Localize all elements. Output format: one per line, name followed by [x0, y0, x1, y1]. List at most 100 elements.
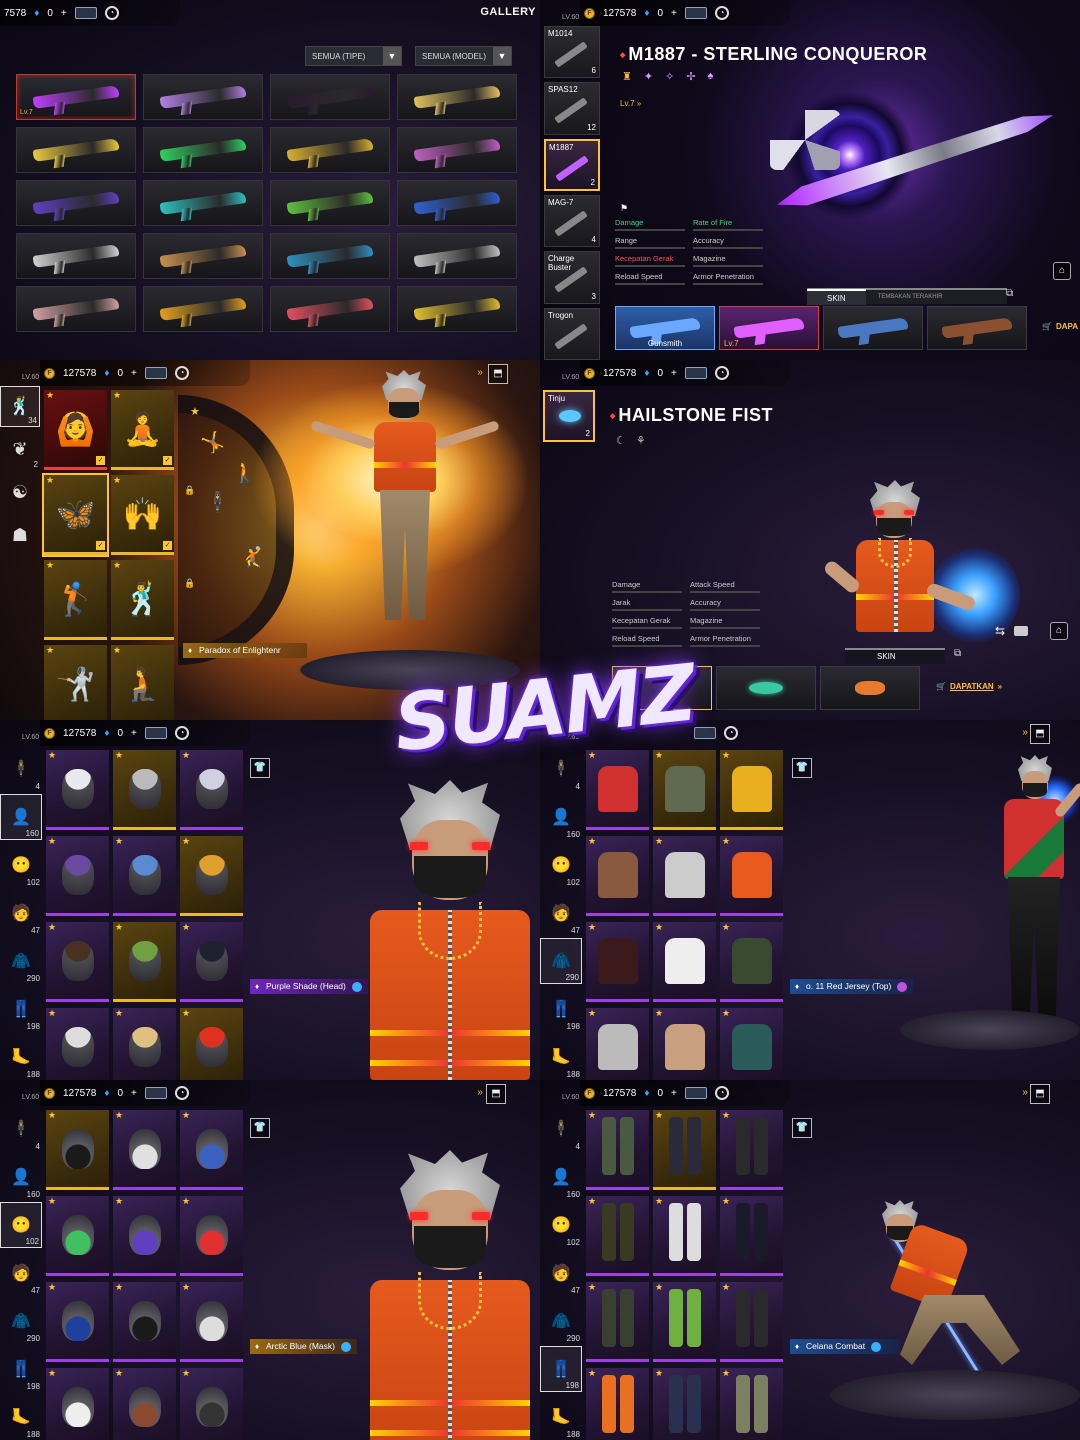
emote-cell[interactable]: ★ 🦋 ✓: [42, 473, 109, 557]
settings-icon[interactable]: ◔: [714, 366, 729, 380]
wardrobe-item-cell[interactable]: ★: [653, 1008, 716, 1080]
wardrobe-item-cell[interactable]: ★: [720, 1368, 783, 1440]
outfit-icon[interactable]: 👕: [792, 758, 812, 778]
vip-card-icon[interactable]: [684, 367, 707, 379]
cat-bottom[interactable]: 👖 198: [540, 986, 582, 1032]
cat-face[interactable]: 🧑 47: [0, 1250, 42, 1296]
add-diamond-button[interactable]: +: [131, 728, 137, 739]
emote-cell[interactable]: ★ 🧘 ✓: [111, 390, 174, 470]
tab-skin[interactable]: SKIN: [845, 649, 928, 665]
vip-card-icon[interactable]: [74, 7, 97, 19]
skin-thumb-sterling[interactable]: Lv.7: [719, 306, 819, 350]
wardrobe-item-cell[interactable]: ★: [720, 1196, 783, 1276]
get-button[interactable]: 🛒 DAPA: [1042, 322, 1078, 331]
expand-icon[interactable]: »: [470, 364, 490, 384]
wardrobe-item-cell[interactable]: ★: [720, 1110, 783, 1190]
favorite-star-icon[interactable]: ★: [190, 405, 200, 418]
wheel-slot-1[interactable]: 🤸: [200, 430, 225, 455]
wardrobe-item-cell[interactable]: ★: [720, 1282, 783, 1362]
settings-icon[interactable]: ◔: [714, 1086, 729, 1100]
wardrobe-item-cell[interactable]: ★: [586, 1110, 649, 1190]
emote-cell[interactable]: ★ 🕺: [111, 560, 174, 640]
home-icon[interactable]: ⌂: [1053, 262, 1071, 280]
cat-mask[interactable]: 😶 102: [0, 842, 42, 888]
cat-top[interactable]: 🧥 290: [540, 938, 582, 984]
add-diamond-button[interactable]: +: [61, 8, 67, 19]
add-diamond-button[interactable]: +: [671, 1088, 677, 1099]
cat-wings[interactable]: ❦ 2: [0, 429, 40, 470]
weapon-skin-cell[interactable]: [270, 286, 390, 332]
cat-shoes[interactable]: 🦶 188: [0, 1034, 42, 1080]
wardrobe-item-cell[interactable]: ★: [653, 1368, 716, 1440]
wardrobe-item-cell[interactable]: ★: [586, 1196, 649, 1276]
melee-thumb-2[interactable]: [716, 666, 816, 710]
vip-card-icon[interactable]: [684, 7, 707, 19]
cat-head[interactable]: 👤 160: [0, 1154, 42, 1200]
weapon-list-item[interactable]: M1014 6: [544, 26, 600, 79]
skin-thumb-4[interactable]: [927, 306, 1027, 350]
wardrobe-item-cell[interactable]: ★: [180, 922, 243, 1002]
wardrobe-item-cell[interactable]: ★: [46, 1196, 109, 1276]
emote-cell[interactable]: ★ 🙆 ✓: [44, 390, 107, 470]
wardrobe-item-cell[interactable]: ★: [586, 836, 649, 916]
cat-portal[interactable]: ☯: [0, 472, 40, 513]
wardrobe-item-cell[interactable]: ★: [46, 922, 109, 1002]
shuffle-icon[interactable]: ⇆: [995, 624, 1005, 638]
melee-thumb-3[interactable]: [820, 666, 920, 710]
weapon-skin-cell[interactable]: [270, 233, 390, 279]
get-button[interactable]: 🛒 DAPATKAN»: [936, 682, 1002, 691]
weapon-skin-cell[interactable]: [16, 233, 136, 279]
add-diamond-button[interactable]: +: [671, 8, 677, 19]
weapon-skin-cell[interactable]: [397, 286, 517, 332]
tab-skin[interactable]: SKIN: [807, 289, 866, 305]
melee-item-tinju[interactable]: Tinju 2: [543, 390, 595, 442]
wardrobe-item-cell[interactable]: ★: [720, 922, 783, 1002]
share-icon[interactable]: ⬒: [1030, 724, 1050, 744]
add-diamond-button[interactable]: +: [131, 368, 137, 379]
share-icon[interactable]: ⬒: [488, 364, 508, 384]
wardrobe-item-cell[interactable]: ★: [113, 836, 176, 916]
home-icon[interactable]: ⌂: [1050, 622, 1068, 640]
weapon-skin-cell[interactable]: [270, 74, 390, 120]
wardrobe-item-cell[interactable]: ★: [46, 1110, 109, 1190]
weapon-skin-cell[interactable]: [143, 180, 263, 226]
wardrobe-item-cell[interactable]: ★: [653, 836, 716, 916]
cat-face[interactable]: 🧑 47: [540, 1250, 582, 1296]
cat-shoes[interactable]: 🦶 188: [540, 1394, 582, 1440]
weapon-skin-cell[interactable]: [16, 127, 136, 173]
wardrobe-item-cell[interactable]: ★: [720, 750, 783, 830]
weapon-list-item[interactable]: MAG-7 4: [544, 195, 600, 248]
wardrobe-item-cell[interactable]: ★: [586, 1008, 649, 1080]
wheel-slot-3[interactable]: 🕴: [205, 490, 230, 515]
cat-face[interactable]: 🧑 47: [540, 890, 582, 936]
add-diamond-button[interactable]: +: [131, 1088, 137, 1099]
cat-head[interactable]: 👤 160: [540, 1154, 582, 1200]
wardrobe-item-cell[interactable]: ★: [653, 1110, 716, 1190]
skin-filter-icon[interactable]: ⧉: [1006, 288, 1013, 299]
wardrobe-item-cell[interactable]: ★: [720, 1008, 783, 1080]
cat-top[interactable]: 🧥 290: [540, 1298, 582, 1344]
cat-emote[interactable]: 🕺 34: [0, 386, 40, 427]
wardrobe-item-cell[interactable]: ★: [46, 836, 109, 916]
wheel-slot-4[interactable]: 🤾: [240, 545, 265, 570]
settings-icon[interactable]: ◔: [174, 726, 189, 740]
wardrobe-item-cell[interactable]: ★: [180, 1110, 243, 1190]
add-diamond-button[interactable]: +: [671, 368, 677, 379]
wardrobe-item-cell[interactable]: ★: [653, 1282, 716, 1362]
wardrobe-item-cell[interactable]: ★: [113, 1282, 176, 1362]
share-badge-icon[interactable]: [871, 1341, 882, 1352]
weapon-list-item[interactable]: Charge Buster 3: [544, 251, 600, 304]
weapon-skin-cell[interactable]: [143, 286, 263, 332]
cat-shoes[interactable]: 🦶 188: [540, 1034, 582, 1080]
settings-icon[interactable]: ◔: [714, 6, 729, 20]
weapon-skin-cell[interactable]: [397, 233, 517, 279]
cat-full[interactable]: 🕴 4: [0, 746, 42, 792]
outfit-icon[interactable]: 👕: [792, 1118, 812, 1138]
cat-top[interactable]: 🧥 290: [0, 938, 42, 984]
cat-full[interactable]: 🕴 4: [0, 1106, 42, 1152]
wardrobe-item-cell[interactable]: ★: [46, 750, 109, 830]
share-badge-icon[interactable]: [351, 981, 362, 992]
cat-top[interactable]: 🧥 290: [0, 1298, 42, 1344]
wardrobe-item-cell[interactable]: ★: [653, 922, 716, 1002]
cat-mask[interactable]: 😶 102: [540, 1202, 582, 1248]
